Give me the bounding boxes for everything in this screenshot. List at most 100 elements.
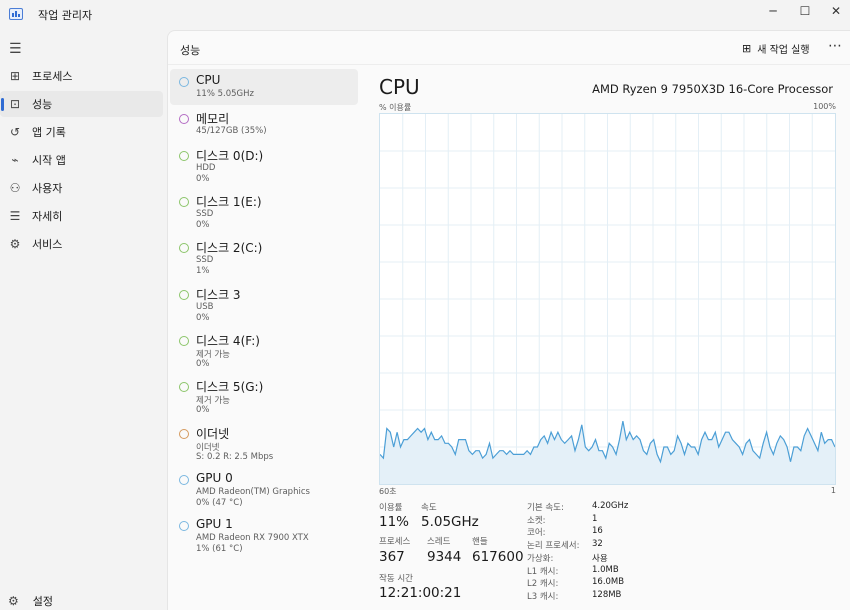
resource-detail: 45/127GB (35%)	[196, 126, 267, 136]
utilization-value: 11%	[379, 514, 410, 530]
close-icon: ✕	[830, 4, 842, 18]
cpu-model: AMD Ryzen 9 7950X3D 16-Core Processor	[592, 82, 833, 96]
sidebar-item-processes[interactable]: ⊞ 프로세스	[0, 63, 163, 89]
navigation-sidebar: ☰ ⊞ 프로세스 ⊡ 성능 ↺ 앱 기록 ⌁ 시작 앱 ⚇ 사용자 ☰ 자세히 ⚙ 서비스	[0, 30, 167, 610]
cpu-usage-chart	[380, 114, 835, 484]
resource-indicator-icon	[179, 151, 189, 161]
resource-detail: 0%	[196, 359, 210, 369]
sidebar-item-label: 앱 기록	[32, 126, 66, 139]
handles-value: 617600	[472, 549, 524, 565]
utilization-label: 이용률	[379, 503, 403, 513]
spec-value: 16.0MB	[592, 577, 625, 588]
run-new-task-button[interactable]: ⊞ 새 작업 실행	[742, 41, 810, 56]
cpu-usage-graph	[379, 113, 836, 485]
resource-name: 이더넷	[196, 427, 230, 441]
resource-item[interactable]: 디스크 4(F:) 제거 가능 0%	[170, 328, 358, 372]
new-task-icon: ⊞	[742, 42, 752, 55]
minimize-icon: ─	[769, 4, 777, 18]
sidebar-item-label: 사용자	[32, 182, 63, 195]
handles-label: 핸들	[472, 537, 488, 547]
more-options-icon[interactable]: ⋯	[828, 38, 843, 54]
spec-value: 1	[592, 513, 598, 524]
services-icon: ⚙	[9, 237, 21, 251]
spec-value: 128MB	[592, 589, 622, 600]
graph-y-max: 100%	[813, 102, 836, 111]
sidebar-item-app-history[interactable]: ↺ 앱 기록	[0, 119, 163, 145]
resource-name: 디스크 2(C:)	[196, 241, 263, 255]
spec-value: 16	[592, 526, 603, 537]
resource-detail: 11% 5.05GHz	[196, 89, 254, 99]
resource-detail: 0%	[196, 313, 210, 323]
threads-label: 스레드	[427, 537, 451, 547]
resource-name: CPU	[196, 73, 221, 87]
sidebar-item-details[interactable]: ☰ 자세히	[0, 203, 163, 229]
minimize-button[interactable]: ─	[757, 0, 789, 22]
graph-x-right-label: 1	[830, 486, 836, 495]
title-bar: 작업 관리자 ─ ☐ ✕	[0, 0, 850, 30]
details-icon: ☰	[9, 209, 21, 223]
graph-x-left-label: 60초	[379, 487, 397, 496]
spec-label: L1 캐시:	[527, 566, 559, 577]
resource-item[interactable]: 이더넷 이더넷 S: 0.2 R: 2.5 Mbps	[170, 421, 358, 465]
resource-name: 메모리	[196, 112, 230, 126]
sidebar-item-startup[interactable]: ⌁ 시작 앱	[0, 147, 163, 173]
resource-detail: 0%	[196, 174, 210, 184]
performance-panel: 성능 ⊞ 새 작업 실행 ⋯ CPU 11% 5.05GHz 메모리 45/127GB…	[167, 30, 850, 610]
maximize-icon: ☐	[799, 4, 811, 18]
spec-value: 1.0MB	[592, 564, 619, 575]
resource-item[interactable]: 디스크 1(E:) SSD 0%	[170, 189, 358, 233]
sidebar-item-services[interactable]: ⚙ 서비스	[0, 231, 163, 257]
resource-detail: 0% (47 °C)	[196, 498, 243, 508]
resource-detail: HDD	[196, 163, 216, 173]
sidebar-item-label: 시작 앱	[32, 154, 66, 167]
sidebar-item-label: 자세히	[32, 210, 63, 223]
settings-icon: ⚙	[8, 594, 19, 608]
spec-label: L2 캐시:	[527, 579, 559, 590]
uptime-label: 작동 시간	[379, 574, 413, 584]
resource-item[interactable]: GPU 0 AMD Radeon(TM) Graphics 0% (47 °C)	[170, 467, 358, 511]
speed-label: 속도	[421, 503, 437, 513]
sidebar-item-performance[interactable]: ⊡ 성능	[0, 91, 163, 117]
settings-button[interactable]: ⚙ 설정	[8, 593, 53, 609]
resource-detail: 0%	[196, 220, 210, 230]
history-icon: ↺	[9, 125, 21, 139]
maximize-button[interactable]: ☐	[789, 0, 821, 22]
spec-label: L3 캐시:	[527, 591, 559, 602]
resource-item[interactable]: 메모리 45/127GB (35%)	[170, 106, 358, 142]
cpu-title: CPU	[379, 75, 420, 99]
processes-icon: ⊞	[9, 69, 21, 83]
resource-item[interactable]: GPU 1 AMD Radeon RX 7900 XTX 1% (61 °C)	[170, 513, 358, 557]
task-manager-app-icon	[9, 8, 23, 20]
resource-indicator-icon	[179, 197, 189, 207]
users-icon: ⚇	[9, 181, 21, 195]
resource-indicator-icon	[179, 475, 189, 485]
spec-label: 가상화:	[527, 553, 554, 564]
resource-detail: AMD Radeon RX 7900 XTX	[196, 533, 309, 543]
resource-name: 디스크 3	[196, 288, 241, 302]
resource-name: 디스크 0(D:)	[196, 149, 264, 163]
resource-item[interactable]: 디스크 2(C:) SSD 1%	[170, 235, 358, 279]
spec-label: 논리 프로세서:	[527, 541, 580, 552]
resource-detail: USB	[196, 302, 214, 312]
settings-label: 설정	[32, 595, 54, 608]
resource-item[interactable]: 디스크 5(G:) 제거 가능 0%	[170, 374, 358, 418]
sidebar-item-users[interactable]: ⚇ 사용자	[0, 175, 163, 201]
resource-detail: 1%	[196, 266, 210, 276]
resource-indicator-icon	[179, 243, 189, 253]
run-new-task-label: 새 작업 실행	[757, 45, 810, 56]
resource-detail: S: 0.2 R: 2.5 Mbps	[196, 452, 274, 462]
spec-label: 코어:	[527, 528, 546, 539]
hamburger-menu-icon[interactable]: ☰	[9, 41, 22, 57]
resource-item[interactable]: 디스크 3 USB 0%	[170, 282, 358, 326]
resource-name: GPU 1	[196, 517, 233, 531]
resource-detail: SSD	[196, 255, 214, 265]
speed-value: 5.05GHz	[421, 514, 479, 530]
spec-value: 4.20GHz	[592, 501, 629, 511]
resource-indicator-icon	[179, 382, 189, 392]
resource-item[interactable]: CPU 11% 5.05GHz	[170, 69, 358, 105]
processes-value: 367	[379, 549, 405, 565]
resource-item[interactable]: 디스크 0(D:) HDD 0%	[170, 143, 358, 187]
resource-detail: SSD	[196, 209, 214, 219]
close-button[interactable]: ✕	[820, 0, 850, 22]
resource-indicator-icon	[179, 77, 189, 87]
